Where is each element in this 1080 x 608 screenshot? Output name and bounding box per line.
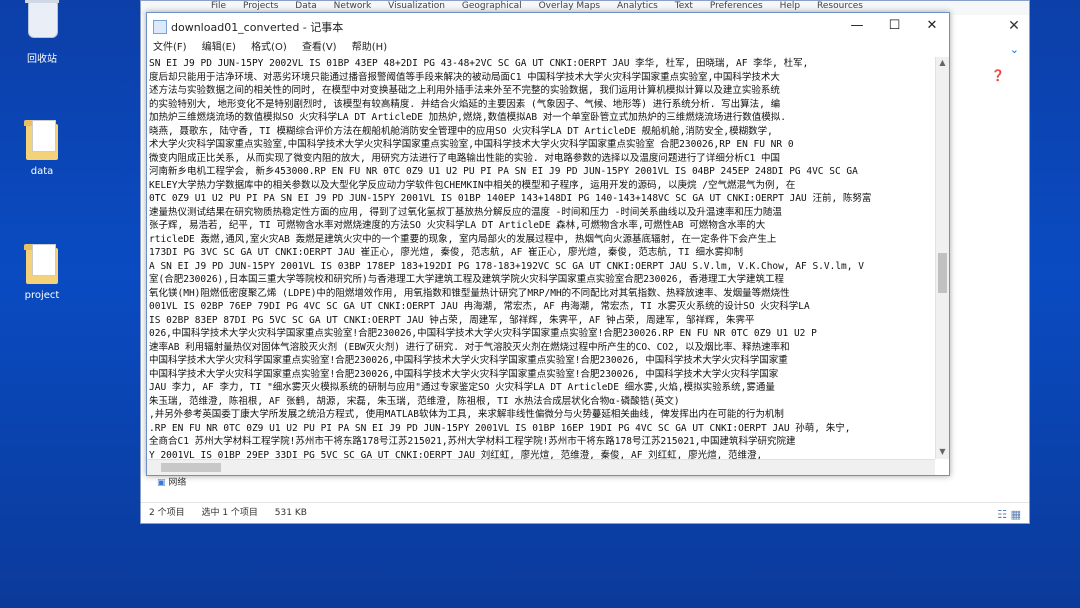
recycle-bin-icon xyxy=(22,0,62,46)
status-size: 531 KB xyxy=(274,508,307,518)
scroll-down-icon[interactable]: ▼ xyxy=(937,447,948,458)
text-line: SN EI J9 PD JUN-15PY 2002VL IS 01BP 43EP… xyxy=(149,58,809,69)
text-line: IS 02BP 83EP 87DI PG 5VC SC GA UT CNKI:O… xyxy=(149,314,755,326)
explorer-menu-item[interactable]: Projects xyxy=(243,1,278,11)
details-view-icon[interactable]: ☷ xyxy=(997,508,1007,521)
menu-format[interactable]: 格式(O) xyxy=(251,39,287,57)
chevron-down-icon[interactable]: ⌄ xyxy=(1010,43,1019,56)
text-line: 速率AB 利用辐射量热仪对固体气溶胶灭火剂 (EBW灭火剂) 进行了研究. 对于… xyxy=(149,341,790,353)
close-button[interactable]: ✕ xyxy=(915,13,949,39)
vertical-scrollbar[interactable]: ▲ ▼ xyxy=(935,57,949,459)
text-line: 河南新乡电机工程学会, 新乡453000.RP EN FU NR 0TC 0Z9… xyxy=(149,166,858,177)
explorer-menu-item[interactable]: Data xyxy=(295,1,317,11)
text-line: ,并另外参考英国委丁康大学所发展之统沿方程式, 使用MATLAB软体为工具, 来… xyxy=(149,409,784,420)
explorer-status-bar: 2 个项目 选中 1 个项目 531 KB xyxy=(141,502,1029,523)
menu-file[interactable]: 文件(F) xyxy=(153,39,187,57)
view-toggle[interactable]: ☷ ▦ xyxy=(997,508,1021,521)
menu-help[interactable]: 帮助(H) xyxy=(352,39,387,57)
scroll-up-icon[interactable]: ▲ xyxy=(937,58,948,69)
explorer-menu-item[interactable]: Geographical xyxy=(462,1,522,11)
text-line: 中国科学技术大学火灾科学国家重点实验室!合肥230026,中国科学技术大学火灾科… xyxy=(149,355,788,366)
explorer-menu-item[interactable]: Overlay Maps xyxy=(539,1,601,11)
text-line: rticleDE 轰燃,通风,室火灾AB 轰燃是建筑火灾中的一个重要的现象, 室… xyxy=(149,233,777,245)
desktop-icon-recycle-bin[interactable]: 回收站 xyxy=(2,0,82,65)
text-line: 速量热仪测试结果在研究物质热稳定性方面的应用, 得到了过氧化氢叔丁基放热分解反应… xyxy=(149,206,782,218)
text-line: 微变内阻成正比关系, 从而实现了微变内阻的放大, 用研究方法进行了电路输出性能的… xyxy=(149,152,780,164)
text-line: Y 2001VL IS 01BP 29EP 33DI PG 5VC SC GA … xyxy=(149,449,763,460)
desktop-icon-label: 回收站 xyxy=(27,54,57,65)
desktop-icon-label: project xyxy=(24,290,60,301)
explorer-menu-item[interactable]: Resources xyxy=(817,1,863,11)
text-line: A SN EI J9 PD JUN-15PY 2001VL IS 03BP 17… xyxy=(149,260,864,272)
desktop-icon-project-folder[interactable]: project xyxy=(2,242,82,301)
text-line: 晓燕, 聂歌东, 陆守香, TI 模糊综合评价方法在舰船机舱消防安全管理中的应用… xyxy=(149,125,773,137)
notepad-app-icon xyxy=(153,20,167,34)
text-line: 张子辉, 易浩若, 纪平, TI 可燃物含水率对燃烧速度的方法SO 火灾科学LA… xyxy=(149,220,766,231)
status-item-count: 2 个项目 xyxy=(149,508,185,518)
text-line: KELEY大学热力学数据库中的相关参数以及大型化学反应动力学软件包CHEMKIN… xyxy=(149,179,796,191)
sidebar-item-label: 网络 xyxy=(168,478,187,488)
text-line: .RP EN FU NR 0TC 0Z9 U1 U2 PU PI PA SN E… xyxy=(149,422,851,434)
text-line: 室(合肥230026),日本国三重大学等院校和研究所)与香港理工大学建筑工程及建… xyxy=(149,274,784,285)
notepad-menu-bar: 文件(F) 编辑(E) 格式(O) 查看(V) 帮助(H) xyxy=(147,39,949,57)
notepad-window: download01_converted - 记事本 — ☐ ✕ 文件(F) 编… xyxy=(146,12,950,476)
text-line: 述方法与实验数据之间的相关性的同时, 在模型中对变换基础之上利用外插手法来外至不… xyxy=(149,85,780,96)
explorer-close-button[interactable]: ✕ xyxy=(999,15,1029,37)
minimize-button[interactable]: — xyxy=(840,13,874,39)
explorer-menu-item[interactable]: File xyxy=(211,1,226,11)
folder-icon xyxy=(22,118,62,162)
large-icons-view-icon[interactable]: ▦ xyxy=(1011,508,1021,521)
sidebar-item-network[interactable]: ▣ 网络 xyxy=(157,475,186,488)
text-line: 氧化镁(MH)阻燃低密度聚乙烯 (LDPE)中的阻燃增效作用, 用氧指数和锥型量… xyxy=(149,287,790,299)
text-line: 术大学火灾科学国家重点实验室,中国科学技术大学火灾科学国家重点实验室,中国科学技… xyxy=(149,139,794,150)
desktop-icon-label: data xyxy=(30,166,54,177)
text-line: 0TC 0Z9 U1 U2 PU PI PA SN EI J9 PD JUN-1… xyxy=(149,193,872,204)
text-line: 朱玉瑞, 范维澄, 陈祖根, AF 张鹤, 胡源, 宋磊, 朱玉瑞, 范维澄, … xyxy=(149,395,680,407)
text-line: 加热炉三维燃烧流场的数值模拟SO 火灾科学LA DT ArticleDE 加热炉… xyxy=(149,112,786,123)
text-line: 中国科学技术大学火灾科学国家重点实验室!合肥230026,中国科学技术大学火灾科… xyxy=(149,368,779,380)
text-line: 的实验特别大, 地形变化不是特别剧烈时, 该模型有较高精度. 并结合火焰延的主要… xyxy=(149,98,781,110)
text-line: 173DI PG 3VC SC GA UT CNKI:OERPT JAU 崔正心… xyxy=(149,247,743,258)
desktop-icon-data-folder[interactable]: data xyxy=(2,118,82,177)
explorer-menu-item[interactable]: Analytics xyxy=(617,1,658,11)
text-line: 全商合C1 苏州大学材料工程学院!苏州市干将东路178号江苏215021,苏州大… xyxy=(149,436,796,447)
folder-icon xyxy=(22,242,62,286)
text-editor-area[interactable]: SN EI J9 PD JUN-15PY 2002VL IS 01BP 43EP… xyxy=(149,57,935,459)
network-icon: ▣ xyxy=(157,478,166,488)
maximize-button[interactable]: ☐ xyxy=(878,13,912,39)
text-line: 001VL IS 02BP 76EP 79DI PG 4VC SC GA UT … xyxy=(149,301,810,312)
window-title: download01_converted - 记事本 xyxy=(171,21,344,34)
explorer-menu-item[interactable]: Text xyxy=(675,1,693,11)
help-icon[interactable]: ❓ xyxy=(991,69,1005,82)
text-line: 026,中国科学技术大学火灾科学国家重点实验室!合肥230026,中国科学技术大… xyxy=(149,328,817,339)
menu-edit[interactable]: 编辑(E) xyxy=(202,39,236,57)
explorer-menu-item[interactable]: Network xyxy=(334,1,372,11)
scroll-thumb[interactable] xyxy=(161,463,221,472)
menu-view[interactable]: 查看(V) xyxy=(302,39,337,57)
horizontal-scrollbar[interactable] xyxy=(147,459,935,475)
scroll-thumb[interactable] xyxy=(938,253,947,293)
notepad-title-bar: download01_converted - 记事本 — ☐ ✕ xyxy=(147,13,949,39)
text-line: 度后却只能用于洁净环境、对恶劣环境只能通过播音报警阈值等手段来解决的被动局面C1… xyxy=(149,71,780,83)
text-line: JAU 李力, AF 李力, TI "细水雾灭火模拟系统的研制与应用"通过专家鉴… xyxy=(149,382,775,393)
explorer-menu-item[interactable]: Preferences xyxy=(710,1,763,11)
status-selected: 选中 1 个项目 xyxy=(201,508,258,518)
explorer-menu-item[interactable]: Help xyxy=(780,1,801,11)
explorer-menu-item[interactable]: Visualization xyxy=(388,1,445,11)
